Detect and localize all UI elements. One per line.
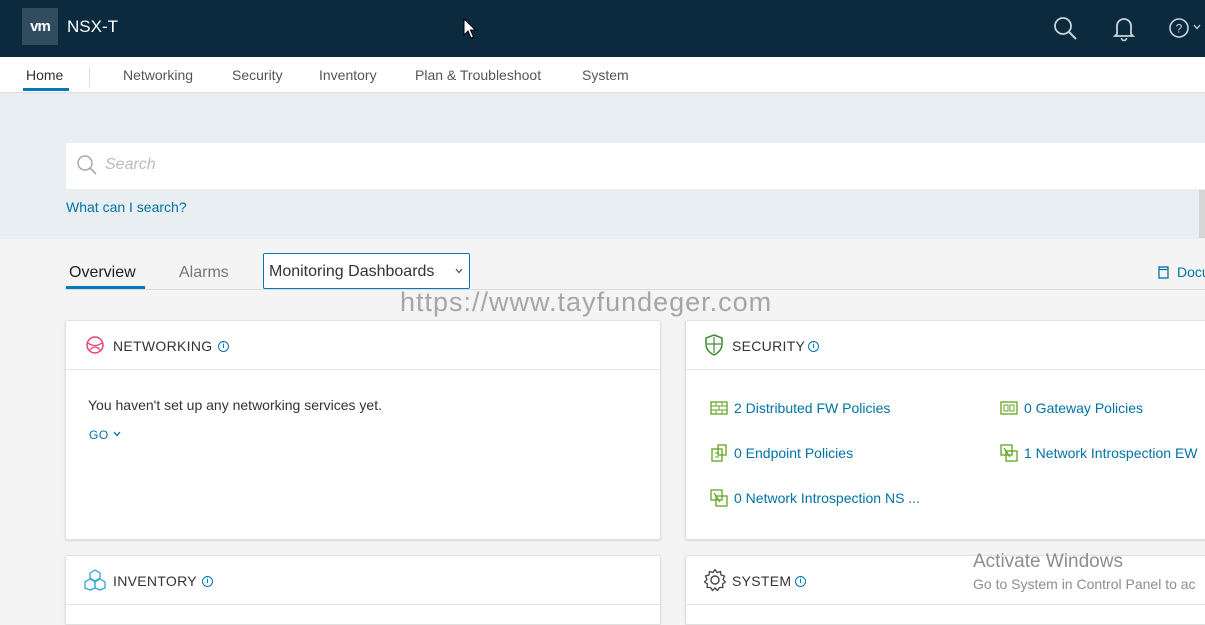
network-introspection-ew-link[interactable]: 1 Network Introspection EW	[1024, 445, 1198, 461]
endpoint-icon	[711, 444, 727, 462]
document-icon[interactable]	[1158, 266, 1169, 279]
endpoint-policies-link[interactable]: 0 Endpoint Policies	[734, 445, 853, 461]
documentation-link[interactable]: Docu	[1177, 264, 1205, 280]
inventory-title: INVENTORY	[113, 573, 197, 589]
nav-active-indicator	[23, 88, 69, 91]
tab-alarms[interactable]: Alarms	[179, 264, 229, 282]
card-divider	[686, 604, 1205, 605]
info-icon[interactable]: i	[218, 341, 229, 352]
search-input[interactable]	[66, 143, 1205, 189]
chevron-down-icon[interactable]	[113, 431, 121, 437]
vmware-logo[interactable]: vm	[22, 8, 58, 45]
chevron-down-icon	[455, 268, 463, 274]
security-title: SECURITY	[732, 338, 806, 354]
search-placeholder: Search	[105, 156, 156, 173]
info-icon[interactable]: i	[795, 576, 806, 587]
nav-security[interactable]: Security	[232, 67, 283, 83]
card-divider	[66, 604, 660, 605]
networking-title: NETWORKING	[113, 338, 213, 354]
info-icon[interactable]: i	[808, 341, 819, 352]
nav-inventory[interactable]: Inventory	[319, 67, 377, 83]
svg-text:?: ?	[1176, 22, 1183, 36]
gateway-policies-link[interactable]: 0 Gateway Policies	[1024, 400, 1143, 416]
tab-overview[interactable]: Overview	[69, 264, 136, 282]
nav-divider	[89, 67, 90, 87]
shield-icon	[705, 334, 723, 356]
nav-home[interactable]: Home	[26, 67, 63, 83]
app-title[interactable]: NSX-T	[67, 17, 118, 37]
top-header: vm NSX-T ?	[0, 0, 1205, 57]
search-help-link[interactable]: What can I search?	[66, 199, 187, 215]
dropdown-label: Monitoring Dashboards	[269, 263, 435, 280]
search-field-icon	[77, 155, 97, 175]
scrollbar[interactable]	[1199, 190, 1205, 238]
card-divider	[686, 369, 1205, 370]
nav-system[interactable]: System	[582, 67, 629, 83]
networking-icon	[86, 336, 104, 354]
monitoring-dashboards-dropdown[interactable]: Monitoring Dashboards	[263, 253, 470, 289]
gateway-icon	[1000, 401, 1018, 415]
nav-plan-troubleshoot[interactable]: Plan & Troubleshoot	[415, 67, 541, 83]
search-icon[interactable]	[1051, 14, 1079, 42]
website-watermark: https://www.tayfundeger.com	[400, 287, 773, 317]
network-introspection-ns-link[interactable]: 0 Network Introspection NS ...	[734, 490, 920, 506]
network-introspection-icon	[1000, 444, 1018, 462]
distributed-fw-policies-link[interactable]: 2 Distributed FW Policies	[734, 400, 890, 416]
help-icon[interactable]: ?	[1166, 14, 1194, 42]
main-nav: Home Networking Security Inventory Plan …	[0, 57, 1205, 93]
activate-windows-title: Activate Windows	[973, 551, 1123, 572]
networking-empty-message: You haven't set up any networking servic…	[88, 397, 382, 413]
go-button[interactable]: GO	[89, 428, 109, 442]
inventory-icon	[84, 569, 106, 591]
activate-windows-subtitle: Go to System in Control Panel to ac	[973, 576, 1196, 592]
inventory-card	[65, 555, 661, 625]
chevron-down-icon[interactable]	[1193, 24, 1201, 30]
mouse-cursor-icon	[463, 18, 477, 39]
info-icon[interactable]: i	[202, 576, 213, 587]
card-divider	[66, 369, 660, 370]
firewall-icon	[710, 401, 728, 415]
system-title: SYSTEM	[732, 573, 792, 589]
gear-icon	[703, 568, 727, 592]
network-introspection-icon	[710, 489, 728, 507]
nav-networking[interactable]: Networking	[123, 67, 193, 83]
bell-icon[interactable]	[1110, 14, 1138, 42]
